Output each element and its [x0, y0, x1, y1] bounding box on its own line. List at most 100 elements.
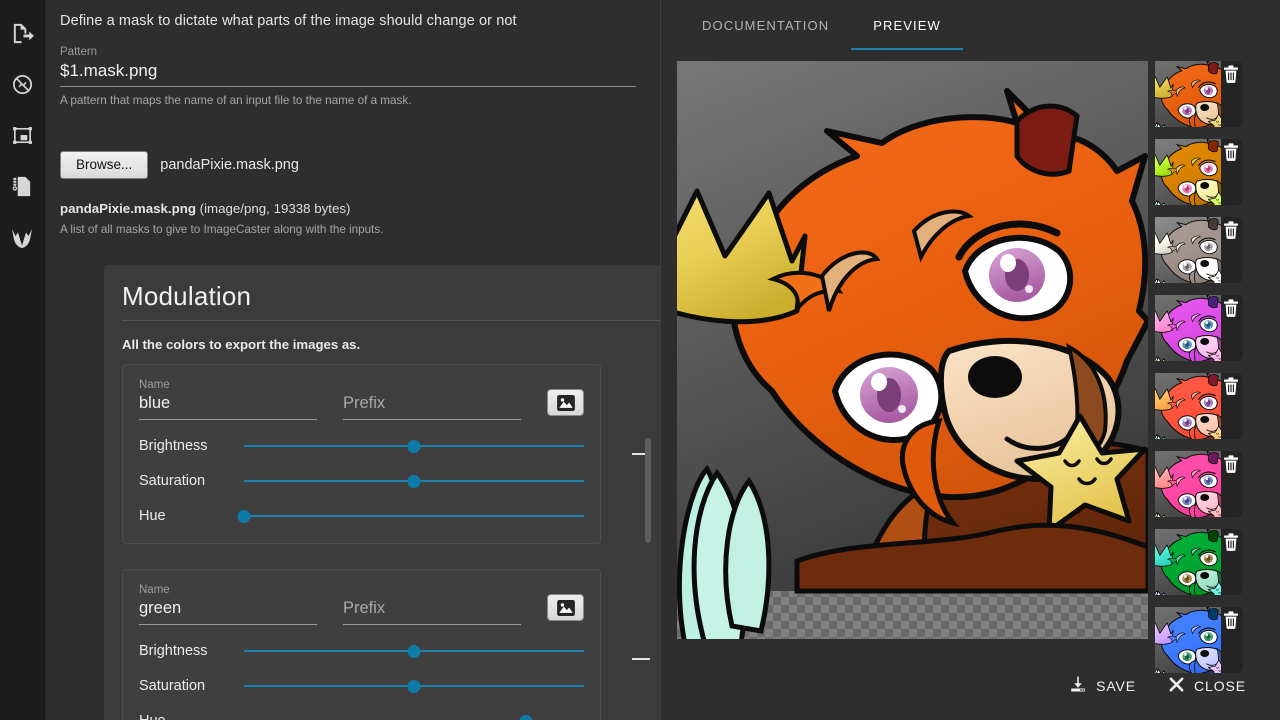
application-window: Define a mask to dictate what parts of t… — [0, 0, 1280, 720]
thumbnail-card — [1155, 373, 1243, 439]
color-prefix-input[interactable]: Prefix — [343, 394, 521, 420]
modulation-title: Modulation — [122, 281, 660, 321]
thumbnail-card — [1155, 61, 1243, 127]
tab-preview[interactable]: PREVIEW — [851, 0, 963, 50]
variant-thumbnail[interactable] — [1155, 607, 1243, 673]
color-entry-fields: Name blue Prefix — [139, 379, 584, 420]
tab-documentation[interactable]: DOCUMENTATION — [680, 0, 851, 50]
thumbnail-card — [1155, 139, 1243, 205]
thumbnail-image[interactable] — [1155, 61, 1221, 127]
saturation-label: Saturation — [139, 678, 206, 694]
brightness-label: Brightness — [139, 643, 208, 659]
picture-icon-button[interactable] — [547, 389, 584, 416]
prefix-field-group: Prefix — [343, 596, 521, 625]
file-meta-row: pandaPixie.mask.png (image/png, 19338 by… — [60, 201, 638, 216]
color-entry: Name blue Prefix Brightness Saturation H… — [122, 364, 650, 544]
delete-variant-icon[interactable] — [1223, 143, 1239, 161]
thumbnail-card — [1155, 295, 1243, 361]
saturation-slider-row: Saturation — [139, 472, 584, 490]
delete-variant-icon[interactable] — [1223, 611, 1239, 629]
delete-variant-icon[interactable] — [1223, 299, 1239, 317]
name-label: Name — [139, 584, 170, 596]
saturation-slider-row: Saturation — [139, 677, 584, 695]
saturation-label: Saturation — [139, 473, 206, 489]
save-label: SAVE — [1096, 677, 1137, 694]
brightness-label: Brightness — [139, 438, 208, 454]
hue-slider[interactable] — [244, 712, 584, 720]
modulation-card: Modulation All the colors to export the … — [104, 265, 660, 720]
preview-panel: DOCUMENTATION PREVIEW SAVE CLOSE — [661, 0, 1280, 720]
thumbnail-card — [1155, 529, 1243, 595]
resize-icon[interactable] — [0, 110, 45, 161]
thumbnail-image[interactable] — [1155, 373, 1221, 439]
fox-mask-icon[interactable] — [0, 212, 45, 263]
brightness-slider[interactable] — [244, 437, 584, 455]
picture-icon-button[interactable] — [547, 594, 584, 621]
variant-thumbnail-list — [1155, 61, 1280, 701]
file-export-icon[interactable] — [0, 8, 45, 59]
brightness-slider-thumb[interactable] — [407, 439, 421, 453]
variant-thumbnail[interactable] — [1155, 529, 1243, 595]
saturation-slider-thumb[interactable] — [407, 474, 421, 488]
thumbnail-card — [1155, 451, 1243, 517]
hue-slider-row: Hue — [139, 712, 584, 720]
variant-thumbnail[interactable] — [1155, 451, 1243, 517]
hue-label: Hue — [139, 713, 244, 720]
brightness-slider-row: Brightness — [139, 437, 584, 455]
variant-thumbnail[interactable] — [1155, 295, 1243, 361]
variant-thumbnail[interactable] — [1155, 217, 1243, 283]
saturation-slider[interactable] — [244, 472, 584, 490]
hue-slider[interactable] — [237, 507, 584, 525]
file-meta-helper: A list of all masks to give to ImageCast… — [60, 223, 384, 236]
variant-thumbnail[interactable] — [1155, 373, 1243, 439]
scrollbar-thumb[interactable] — [645, 438, 651, 543]
preview-image-canvas[interactable] — [677, 61, 1148, 639]
saturation-slider[interactable] — [244, 677, 584, 695]
thumbnail-card — [1155, 217, 1243, 283]
thumbnail-image[interactable] — [1155, 451, 1221, 517]
name-label: Name — [139, 379, 170, 391]
hue-slider-thumb[interactable] — [519, 714, 533, 720]
delete-variant-icon[interactable] — [1223, 455, 1239, 473]
delete-variant-icon[interactable] — [1223, 221, 1239, 239]
delete-variant-icon[interactable] — [1223, 377, 1239, 395]
delete-variant-icon[interactable] — [1223, 533, 1239, 551]
color-entry-fields: Name green Prefix — [139, 584, 584, 625]
mask-settings-panel: Define a mask to dictate what parts of t… — [45, 0, 661, 720]
name-field-group: Name green — [139, 584, 317, 625]
pattern-input[interactable]: $1.mask.png — [60, 61, 636, 87]
panel-scrollbar[interactable] — [643, 270, 651, 720]
archive-file-icon[interactable] — [0, 161, 45, 212]
variant-thumbnail[interactable] — [1155, 139, 1243, 205]
color-name-input[interactable]: blue — [139, 394, 317, 420]
browse-button[interactable]: Browse... — [60, 151, 149, 179]
hue-label: Hue — [139, 508, 166, 524]
thumbnail-image[interactable] — [1155, 139, 1221, 205]
modulation-subtitle: All the colors to export the images as. — [122, 337, 361, 352]
preview-artwork — [677, 61, 1148, 639]
prefix-field-group: Prefix — [343, 391, 521, 420]
color-name-input[interactable]: green — [139, 599, 317, 625]
file-meta-details: (image/png, 19338 bytes) — [195, 201, 351, 216]
thumbnail-image[interactable] — [1155, 607, 1221, 673]
image-icon — [556, 394, 575, 411]
close-button[interactable]: CLOSE — [1156, 668, 1258, 704]
color-prefix-input[interactable]: Prefix — [343, 599, 521, 625]
delete-variant-icon[interactable] — [1223, 65, 1239, 83]
thumbnail-image[interactable] — [1155, 529, 1221, 595]
no-symbol-icon[interactable] — [0, 59, 45, 110]
left-icon-rail — [0, 0, 45, 720]
variant-thumbnail[interactable] — [1155, 61, 1243, 127]
thumbnail-image[interactable] — [1155, 295, 1221, 361]
save-button[interactable]: SAVE — [1057, 667, 1148, 704]
close-icon — [1168, 676, 1185, 696]
saturation-slider-thumb[interactable] — [407, 679, 421, 693]
panel-header: Define a mask to dictate what parts of t… — [60, 13, 517, 29]
brightness-slider[interactable] — [244, 642, 584, 660]
thumbnail-card — [1155, 607, 1243, 673]
pattern-label: Pattern — [60, 46, 98, 58]
hue-slider-thumb[interactable] — [237, 509, 251, 523]
brightness-slider-row: Brightness — [139, 642, 584, 660]
brightness-slider-thumb[interactable] — [407, 644, 421, 658]
thumbnail-image[interactable] — [1155, 217, 1221, 283]
